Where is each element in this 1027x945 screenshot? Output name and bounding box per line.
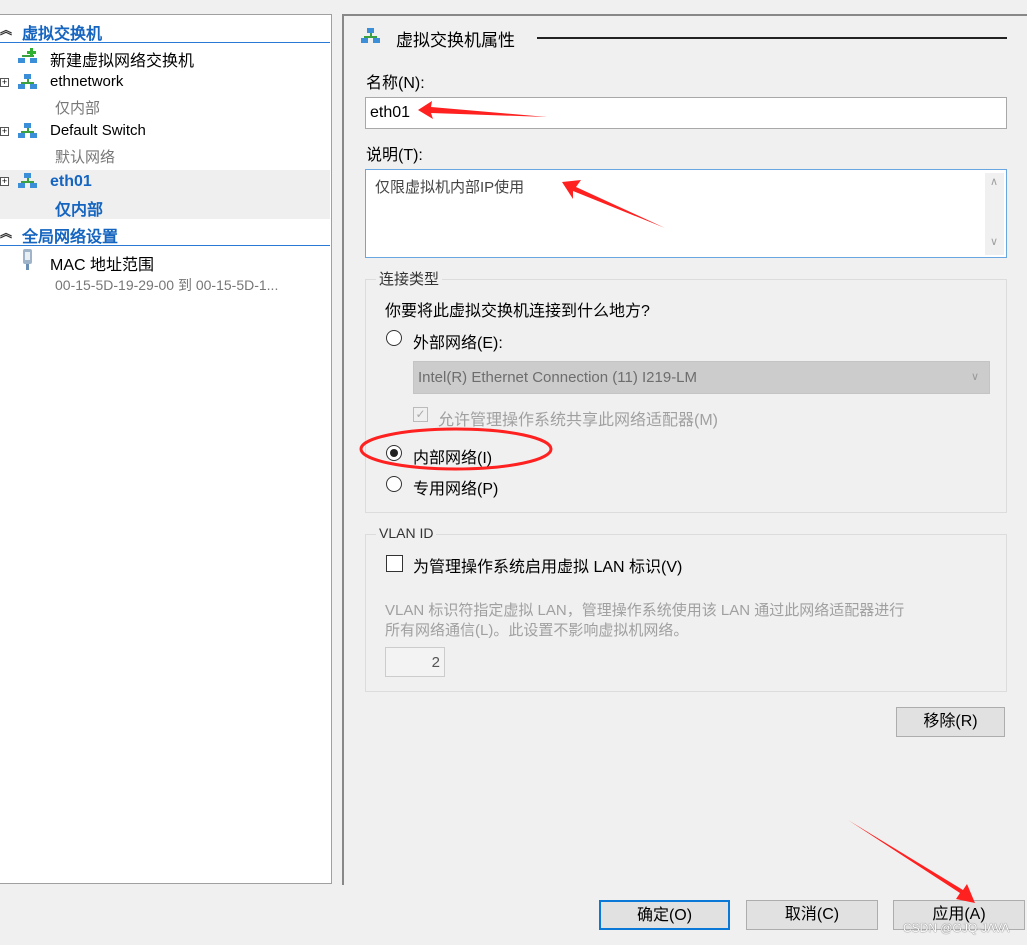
network-icon — [361, 28, 380, 43]
description-label: 说明(T): — [366, 147, 423, 164]
mac-range-item[interactable]: MAC 地址范围 00-15-5D-19-29-00 到 00-15-5D-1.… — [0, 248, 330, 296]
expand-icon[interactable]: + — [0, 177, 9, 186]
vlan-description: VLAN 标识符指定虚拟 LAN，管理操作系统使用该 LAN 通过此网络适配器进… — [385, 602, 905, 619]
title-divider — [537, 37, 1007, 39]
vlan-description-2: 所有网络通信(L)。此设置不影响虚拟机网络。 — [385, 622, 689, 639]
collapse-icon: ︽ — [0, 23, 13, 37]
network-icon — [18, 74, 37, 89]
allow-share-checkbox[interactable]: ✓ — [413, 407, 428, 422]
name-label: 名称(N): — [366, 75, 425, 92]
expand-icon[interactable]: + — [0, 78, 9, 87]
vlan-enable-label: 为管理操作系统启用虚拟 LAN 标识(V) — [413, 559, 683, 576]
vlan-heading: VLAN ID — [376, 525, 437, 541]
private-network-radio[interactable] — [386, 476, 402, 492]
collapse-icon: ︽ — [0, 226, 13, 240]
description-value: 仅限虚拟机内部IP使用 — [375, 179, 525, 196]
private-network-label: 专用网络(P) — [413, 481, 499, 498]
switch-item-default-switch[interactable]: + Default Switch 默认网络 — [0, 121, 330, 169]
vlan-enable-checkbox[interactable] — [386, 555, 403, 572]
properties-title: 虚拟交换机属性 — [396, 31, 515, 50]
scrollbar[interactable]: ∧ ∨ — [985, 173, 1004, 255]
chevron-down-icon: ∨ — [970, 371, 979, 383]
name-input[interactable]: eth01 — [365, 97, 1007, 129]
network-port-icon — [23, 249, 32, 270]
switch-tree-panel: ︽ 虚拟交换机 新建虚拟网络交换机 + ethnetwork 仅内部 + Defa… — [0, 14, 332, 884]
description-textarea[interactable]: 仅限虚拟机内部IP使用 ∧ ∨ — [365, 169, 1007, 258]
ok-button[interactable]: 确定(O) — [599, 900, 730, 930]
new-switch-item[interactable]: 新建虚拟网络交换机 — [0, 44, 330, 70]
allow-share-label: 允许管理操作系统共享此网络适配器(M) — [438, 412, 718, 429]
section-global-settings[interactable]: ︽ 全局网络设置 — [0, 220, 330, 246]
switch-properties-panel: 虚拟交换机属性 名称(N): eth01 说明(T): 仅限虚拟机内部IP使用 … — [342, 14, 1027, 885]
external-network-radio[interactable] — [386, 330, 402, 346]
expand-icon[interactable]: + — [0, 127, 9, 136]
remove-button[interactable]: 移除(R) — [896, 707, 1005, 737]
network-icon — [18, 173, 37, 188]
adapter-select[interactable]: Intel(R) Ethernet Connection (11) I219-L… — [413, 361, 990, 394]
network-icon — [18, 123, 37, 138]
switch-item-eth01[interactable]: + eth01 仅内部 — [0, 170, 330, 219]
vlan-id-input[interactable]: 2 — [385, 647, 445, 677]
section-virtual-switches[interactable]: ︽ 虚拟交换机 — [0, 17, 330, 43]
watermark: CSDN @GJQ-JAVA — [903, 921, 1010, 935]
name-value: eth01 — [370, 104, 411, 121]
switch-item-ethnetwork[interactable]: + ethnetwork 仅内部 — [0, 72, 330, 120]
external-network-label: 外部网络(E): — [413, 335, 503, 352]
internal-network-label: 内部网络(I) — [413, 450, 493, 467]
internal-network-radio[interactable] — [386, 445, 402, 461]
connection-type-heading: 连接类型 — [376, 268, 443, 289]
add-network-icon — [18, 48, 37, 63]
cancel-button[interactable]: 取消(C) — [746, 900, 878, 930]
connection-question: 你要将此虚拟交换机连接到什么地方? — [385, 303, 650, 320]
